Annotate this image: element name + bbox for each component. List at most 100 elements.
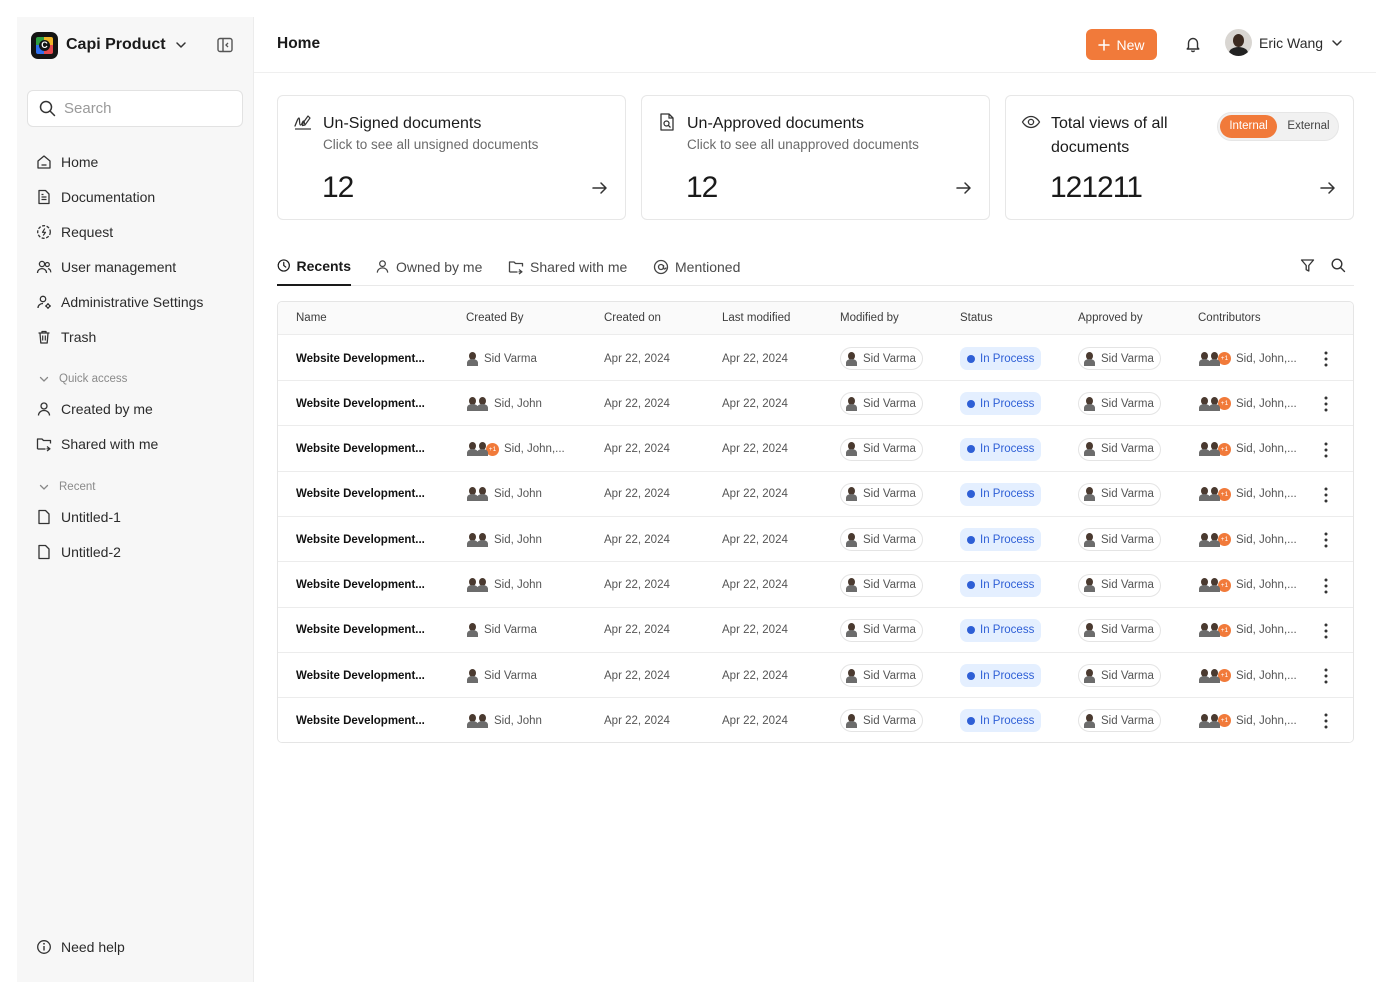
more-options-icon[interactable] xyxy=(1318,531,1334,549)
approved-by: Sid Varma xyxy=(1078,653,1161,698)
user-chip[interactable]: Sid Varma xyxy=(1078,618,1161,642)
nav-item-trash[interactable]: Trash xyxy=(17,319,254,354)
nav-item-administrative-settings[interactable]: Administrative Settings xyxy=(17,284,254,319)
user-chip[interactable]: Sid Varma xyxy=(840,482,923,506)
document-name[interactable]: Website Development... xyxy=(296,608,425,653)
nav-item-shared-with-me[interactable]: Shared with me xyxy=(17,426,254,461)
avatar xyxy=(845,442,858,457)
nav-item-request[interactable]: Request xyxy=(17,214,254,249)
user-chip[interactable]: Sid Varma xyxy=(840,347,923,370)
column-header[interactable]: Created on xyxy=(604,312,661,324)
sidebar-collapse-icon[interactable] xyxy=(216,36,234,54)
modified-by: Sid Varma xyxy=(840,472,923,517)
more-options-icon[interactable] xyxy=(1318,395,1334,413)
user-chip[interactable]: Sid Varma xyxy=(1078,392,1161,416)
column-header[interactable]: Modified by xyxy=(840,312,899,324)
nav-item-untitled-2[interactable]: Untitled-2 xyxy=(17,534,254,569)
nav-item-home[interactable]: Home xyxy=(17,144,254,179)
avatar-stack: +1 xyxy=(1198,623,1231,638)
more-options-icon[interactable] xyxy=(1318,712,1334,730)
search-box[interactable] xyxy=(27,90,243,127)
table-row[interactable]: Website Development... Sid Varma Apr 22,… xyxy=(278,607,1353,653)
nav-item-user-management[interactable]: User management xyxy=(17,249,254,284)
user-chip[interactable]: Sid Varma xyxy=(840,573,923,597)
table-row[interactable]: Website Development... Sid, John Apr 22,… xyxy=(278,471,1353,517)
user-chip[interactable]: Sid Varma xyxy=(1078,528,1161,552)
new-button[interactable]: New xyxy=(1086,29,1157,60)
user-menu[interactable]: Eric Wang xyxy=(1225,29,1344,56)
user-chip[interactable]: Sid Varma xyxy=(840,709,923,733)
eye-icon xyxy=(1021,115,1041,129)
user-chip[interactable]: Sid Varma xyxy=(1078,437,1161,461)
search-input[interactable] xyxy=(64,100,224,117)
document-name[interactable]: Website Development... xyxy=(296,427,425,472)
recent-toggle[interactable]: Recent xyxy=(17,475,254,499)
nav-item-label: Untitled-1 xyxy=(61,508,121,525)
tab-shared-with-me[interactable]: Shared with me xyxy=(508,247,627,286)
user-chip[interactable]: Sid Varma xyxy=(840,392,923,416)
need-help-link[interactable]: Need help xyxy=(36,939,125,955)
more-options-icon[interactable] xyxy=(1318,441,1334,459)
column-header[interactable]: Contributors xyxy=(1198,312,1261,324)
at-icon xyxy=(653,259,669,274)
section-label: Quick access xyxy=(59,373,128,385)
more-options-icon[interactable] xyxy=(1318,486,1334,504)
table-row[interactable]: Website Development... Sid, John Apr 22,… xyxy=(278,698,1353,742)
avatar xyxy=(1208,351,1221,366)
total-views-card[interactable]: Total views of all documents Internal Ex… xyxy=(1005,95,1354,220)
user-chip[interactable]: Sid Varma xyxy=(840,528,923,552)
document-name[interactable]: Website Development... xyxy=(296,563,425,608)
table-row[interactable]: Website Development... +1 Sid, John,... … xyxy=(278,426,1353,472)
user-chip[interactable]: Sid Varma xyxy=(1078,709,1161,733)
contributors-text: Sid, John,... xyxy=(1236,714,1297,727)
nav-item-label: User management xyxy=(61,258,177,275)
document-name[interactable]: Website Development... xyxy=(296,472,425,517)
toggle-internal[interactable]: Internal xyxy=(1220,115,1277,138)
arrow-right-icon[interactable] xyxy=(1319,179,1337,197)
more-options-icon[interactable] xyxy=(1318,667,1334,685)
unapproved-documents-card[interactable]: Un-Approved documents Click to see all u… xyxy=(641,95,990,220)
user-chip[interactable]: Sid Varma xyxy=(840,618,923,642)
column-header[interactable]: Last modified xyxy=(722,312,790,324)
quick-access-toggle[interactable]: Quick access xyxy=(17,367,254,391)
arrow-right-icon[interactable] xyxy=(591,179,609,197)
document-name[interactable]: Website Development... xyxy=(296,381,425,426)
more-options-icon[interactable] xyxy=(1318,622,1334,640)
tab-owned-by-me[interactable]: Owned by me xyxy=(375,247,482,286)
toggle-external[interactable]: External xyxy=(1281,115,1336,138)
nav-item-created-by-me[interactable]: Created by me xyxy=(17,391,254,426)
document-name[interactable]: Website Development... xyxy=(296,336,425,381)
avatar-stack xyxy=(466,713,489,728)
user-chip[interactable]: Sid Varma xyxy=(1078,573,1161,597)
nav-item-documentation[interactable]: Documentation xyxy=(17,179,254,214)
tab-mentioned[interactable]: Mentioned xyxy=(653,247,740,286)
table-row[interactable]: Website Development... Sid Varma Apr 22,… xyxy=(278,653,1353,699)
user-chip[interactable]: Sid Varma xyxy=(840,664,923,688)
user-chip[interactable]: Sid Varma xyxy=(840,437,923,461)
user-chip[interactable]: Sid Varma xyxy=(1078,482,1161,506)
notification-bell-icon[interactable] xyxy=(1184,35,1202,53)
column-header[interactable]: Status xyxy=(960,312,993,324)
unsigned-documents-card[interactable]: Un-Signed documents Click to see all uns… xyxy=(277,95,626,220)
filter-icon[interactable] xyxy=(1299,257,1316,274)
more-options-icon[interactable] xyxy=(1318,350,1334,368)
document-name[interactable]: Website Development... xyxy=(296,517,425,562)
nav-item-untitled-1[interactable]: Untitled-1 xyxy=(17,499,254,534)
document-name[interactable]: Website Development... xyxy=(296,653,425,698)
user-chip[interactable]: Sid Varma xyxy=(1078,664,1161,688)
column-header[interactable]: Name xyxy=(296,312,327,324)
search-icon[interactable] xyxy=(1330,257,1347,274)
column-header[interactable]: Created By xyxy=(466,312,524,324)
arrow-right-icon[interactable] xyxy=(955,179,973,197)
status-label: In Process xyxy=(980,533,1035,546)
table-row[interactable]: Website Development... Sid, John Apr 22,… xyxy=(278,381,1353,427)
workspace-switcher[interactable]: C Capi Product xyxy=(31,31,188,59)
table-row[interactable]: Website Development... Sid, John Apr 22,… xyxy=(278,562,1353,608)
more-options-icon[interactable] xyxy=(1318,577,1334,595)
table-row[interactable]: Website Development... Sid, John Apr 22,… xyxy=(278,517,1353,563)
document-name[interactable]: Website Development... xyxy=(296,698,425,742)
user-chip[interactable]: Sid Varma xyxy=(1078,347,1161,370)
table-row[interactable]: Website Development... Sid Varma Apr 22,… xyxy=(278,336,1353,381)
tab-recents[interactable]: Recents xyxy=(277,247,351,286)
column-header[interactable]: Approved by xyxy=(1078,312,1143,324)
